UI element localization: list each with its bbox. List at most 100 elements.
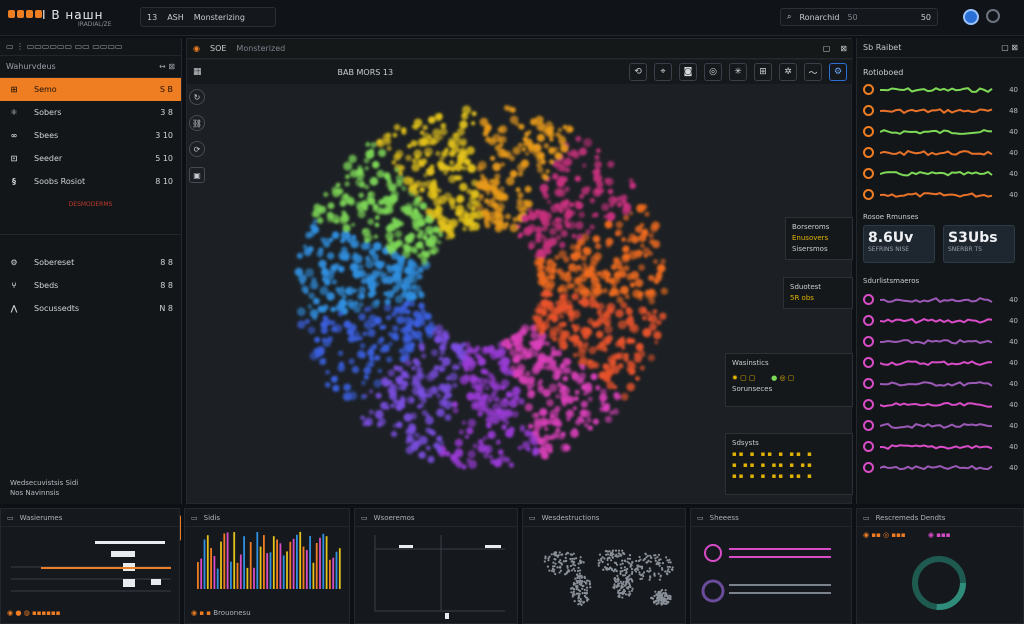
track-icon xyxy=(863,294,874,305)
track-sparkline xyxy=(880,422,993,429)
stat-value: 8.6Uv xyxy=(868,230,914,246)
footer-line: Nos Navinnsis xyxy=(10,489,60,497)
menu-icon[interactable]: ▭ xyxy=(697,514,704,522)
grid-icon[interactable]: ⊞ xyxy=(754,63,772,81)
overlay-table: ▪▪ ▪ ▪ ▪▪ ▪▪ ▪ xyxy=(732,472,814,480)
track-row[interactable]: 40 xyxy=(857,184,1024,205)
footer-icons: ◉ ▪ ▪ Brouonesu xyxy=(191,609,251,617)
sidebar-item-value: 3 10 xyxy=(155,131,173,140)
track-row[interactable]: 40 xyxy=(857,289,1024,310)
track-row[interactable]: 40 xyxy=(857,163,1024,184)
refresh-icon[interactable]: ↻ xyxy=(189,89,205,105)
tab-label[interactable]: SOE xyxy=(210,44,226,53)
project-selector[interactable]: 13 ASH Monsterizing xyxy=(140,7,276,27)
spark-icon[interactable]: ✲ xyxy=(779,63,797,81)
close-icon[interactable]: ⊠ xyxy=(168,62,175,71)
wave-icon[interactable]: 〜 xyxy=(804,63,822,81)
track-icon xyxy=(863,399,874,410)
track-sparkline xyxy=(880,107,993,114)
measure-icon[interactable]: ⌖ xyxy=(654,63,672,81)
overlay-panel: Sdsysts ▪▪ ▪ ▪▪ ▪ ▪▪ ▪ ▪ ▪▪ ▪ ▪▪ ▪ ▪▪ ▪▪… xyxy=(725,433,853,495)
sidebar-tools: ▭ ⋮ ▭▭▭▭▭▭ ▭▭ ▭▭▭▭ xyxy=(6,42,123,51)
window-icon[interactable]: ▢ ⊠ xyxy=(1001,43,1018,52)
track-row[interactable]: 40 xyxy=(857,310,1024,331)
stat-card[interactable]: S3Ubs SNERBR TS xyxy=(943,225,1015,263)
track-icon xyxy=(863,378,874,389)
sidebar-item-socussedts[interactable]: ⋀ Socussedts N 8 xyxy=(0,297,181,320)
close-icon[interactable]: ⊠ xyxy=(840,44,847,53)
sidebar-item-semo[interactable]: ⊞ Semo S B xyxy=(0,78,181,101)
sidebar-item-value: 8 10 xyxy=(155,177,173,186)
track-row[interactable]: 40 xyxy=(857,394,1024,415)
sidebar-item-value: N 8 xyxy=(159,304,173,313)
donut-chart xyxy=(912,556,966,610)
stat-card[interactable]: 8.6Uv SEFRINS NISE xyxy=(863,225,935,263)
viewport-toolbar: ▦ BAB MORS 13 ⟲ ⌖ ◙ ◎ ✳ ⊞ ✲ 〜 ⚙ xyxy=(187,60,853,84)
branch-icon: ⑂ xyxy=(11,281,17,290)
track-row[interactable]: 40 xyxy=(857,142,1024,163)
sidebar-item-sbeds[interactable]: ⑂ Sbeds 8 8 xyxy=(0,274,181,297)
molecule-viewport[interactable]: ◉ SOE Monsterized ▢ ⊠ ▦ BAB MORS 13 ⟲ ⌖ … xyxy=(186,38,853,504)
atom-icon: ⚙ xyxy=(10,258,18,267)
track-row[interactable]: 40 xyxy=(857,79,1024,100)
overlay-panel: Wasinstics ✹ ▢ ▢ ● ◎ ▢ Sorunseces xyxy=(725,353,853,407)
target-icon[interactable]: ◎ xyxy=(704,63,722,81)
panel-title: Sheeess xyxy=(709,513,739,522)
layer-icon: ⊞ xyxy=(10,85,18,94)
search-icon: ⌕ xyxy=(787,12,792,21)
rotate-icon[interactable]: ⟲ xyxy=(629,63,647,81)
search-input[interactable]: ⌕ Ronarchid 50 50 xyxy=(780,8,938,26)
sidebar-item-sbees[interactable]: ∞ Sbees 3 10 xyxy=(0,124,181,147)
track-sparkline xyxy=(880,338,993,345)
link-icon[interactable]: ⛓ xyxy=(189,115,205,131)
track-value: 40 xyxy=(1009,316,1018,325)
menu-icon[interactable]: ▦ xyxy=(193,67,202,77)
window-icon[interactable]: ▢ xyxy=(823,44,831,53)
sidebar-item-label: Sbees xyxy=(34,131,59,140)
bottom-panel: ▭ Rescremeds Dendts ◉ ▪▪ ◎ ▪▪▪ ◉ ▪▪▪ xyxy=(856,508,1024,624)
menu-icon[interactable]: ▭ xyxy=(361,514,368,522)
layers-icon[interactable]: ▣ xyxy=(189,167,205,183)
sidebar-item-seeder[interactable]: ⊡ Seeder 5 10 xyxy=(0,147,181,170)
track-icon xyxy=(863,315,874,326)
atom-icon[interactable]: ✳ xyxy=(729,63,747,81)
search-count: 50 xyxy=(920,12,931,22)
track-value: 40 xyxy=(1009,421,1018,430)
gear-icon[interactable] xyxy=(986,9,1000,23)
section-title: Rosoe Rmunses xyxy=(863,213,919,221)
track-row[interactable]: 40 xyxy=(857,436,1024,457)
track-sparkline xyxy=(880,464,993,470)
project-id: 13 xyxy=(147,12,158,22)
track-row[interactable]: 40 xyxy=(857,121,1024,142)
menu-icon[interactable]: ▭ xyxy=(863,514,870,522)
track-sparkline xyxy=(880,170,993,176)
track-sparkline xyxy=(880,359,992,366)
track-row[interactable]: 40 xyxy=(857,457,1024,478)
sidebar-item-soobs[interactable]: § Soobs Rosiot 8 10 xyxy=(0,170,181,193)
footer-icons: ◉ ● ◍ ▪▪▪▪▪▪ xyxy=(7,609,61,617)
track-row[interactable]: 40 xyxy=(857,373,1024,394)
settings-icon[interactable]: ⚙ xyxy=(829,63,847,81)
track-icon xyxy=(863,168,874,179)
rotate-icon[interactable]: ⟳ xyxy=(189,141,205,157)
section-title: Rotioboed xyxy=(863,68,904,77)
track-row[interactable]: 40 xyxy=(857,352,1024,373)
sidebar-item-label: Soobs Rosiot xyxy=(34,177,86,186)
expand-icon[interactable]: ↔ xyxy=(159,62,166,71)
menu-icon[interactable]: ▭ xyxy=(191,514,198,522)
track-row[interactable]: 48 xyxy=(857,100,1024,121)
track-value: 40 xyxy=(1009,379,1018,388)
track-row[interactable]: 40 xyxy=(857,415,1024,436)
track-row[interactable]: 40 xyxy=(857,331,1024,352)
avatar[interactable] xyxy=(963,9,979,25)
track-sparkline xyxy=(880,401,993,408)
sidebar-item-sobers[interactable]: ⚛ Sobers 3 8 xyxy=(0,101,181,124)
camera-icon[interactable]: ◙ xyxy=(679,63,697,81)
track-sparkline xyxy=(880,149,993,156)
track-sparkline xyxy=(880,191,993,198)
sidebar-item-sobereset[interactable]: ⚙ Sobereset 8 8 xyxy=(0,251,181,274)
protein-structure[interactable] xyxy=(287,97,687,477)
footer-line: Wedsecuvistsis Sidi xyxy=(10,479,79,487)
menu-icon[interactable]: ▭ xyxy=(529,514,536,522)
menu-icon[interactable]: ▭ xyxy=(7,514,14,522)
